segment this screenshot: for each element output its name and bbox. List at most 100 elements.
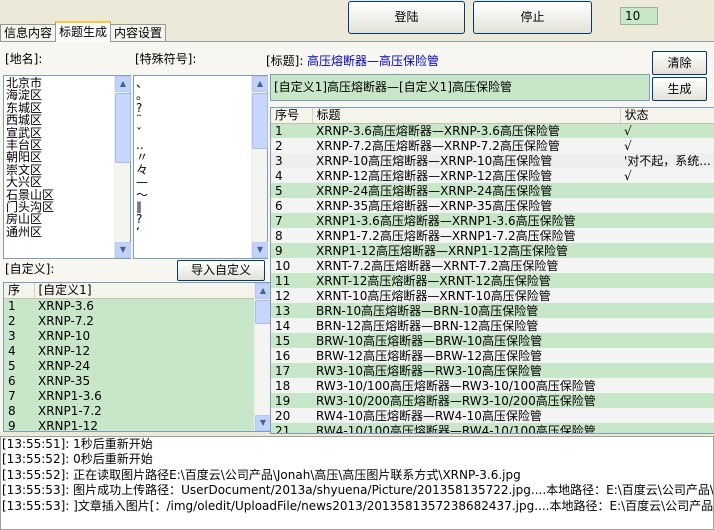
column-header[interactable]: 状态 — [620, 108, 714, 124]
place-item[interactable]: 东城区 — [6, 102, 113, 114]
table-row[interactable]: 7 XRNP1-3.6高压熔断器—XRNP1-3.6高压保险管 — [271, 213, 714, 228]
symbol-item[interactable]: ‖ — [136, 201, 250, 213]
table-cell — [620, 273, 714, 288]
scroll-down-icon[interactable]: ▼ — [252, 242, 268, 258]
place-item[interactable]: 丰台区 — [6, 139, 113, 151]
table-row[interactable]: 21 RW4-10/100高压熔断器—RW4-10/100高压保险管 — [271, 423, 714, 433]
tab-info-content[interactable]: 信息内容 — [0, 24, 57, 42]
symbol-list-scrollbar[interactable]: ▲ ▼ — [251, 76, 268, 258]
table-row[interactable]: 18 RW3-10/100高压熔断器—RW3-10/100高压保险管 — [271, 378, 714, 393]
table-row[interactable]: 2 XRNP-7.2 — [4, 313, 254, 328]
clear-button[interactable]: 清除 — [652, 51, 707, 75]
table-row[interactable]: 6 XRNP-35高压熔断器—XRNP-35高压保险管 — [271, 198, 714, 213]
table-row[interactable]: 4 XRNP-12 — [4, 343, 254, 358]
table-row[interactable]: 1 XRNP-3.6高压熔断器—XRNP-3.6高压保险管 √ — [271, 123, 714, 138]
table-row[interactable]: 6 XRNP-35 — [4, 373, 254, 388]
tab-content-settings[interactable]: 内容设置 — [110, 24, 167, 42]
table-row[interactable]: 17 RW3-10高压熔断器—RW3-10高压保险管 — [271, 363, 714, 378]
column-header[interactable]: 序号 — [271, 108, 313, 124]
place-item[interactable]: 朝阳区 — [6, 151, 113, 163]
scroll-thumb[interactable] — [252, 93, 268, 149]
symbol-item[interactable]: 、 — [136, 77, 250, 89]
symbol-item[interactable]: ¨ — [136, 114, 250, 126]
symbol-item[interactable]: ‘ — [136, 226, 250, 238]
place-item[interactable]: 宣武区 — [6, 127, 113, 139]
symbol-item[interactable]: ～ — [136, 189, 250, 201]
table-row[interactable]: 4 XRNP-12高压熔断器—XRNP-12高压保险管 √ — [271, 168, 714, 183]
table-row[interactable]: 20 RW4-10高压熔断器—RW4-10高压保险管 — [271, 408, 714, 423]
table-row[interactable]: 5 XRNP-24高压熔断器—XRNP-24高压保险管 — [271, 183, 714, 198]
table-row[interactable]: 8 XRNP1-7.2 — [4, 403, 254, 418]
stop-button[interactable]: 停止 — [473, 1, 592, 34]
table-cell: RW3-10高压熔断器—RW3-10高压保险管 — [312, 363, 620, 378]
symbol-item[interactable]: ˇ — [136, 127, 250, 139]
title-table[interactable]: 序号 标题 状态 1 XRNP-3.6高压熔断器—XRNP-3.6高压保险管 √ 2 X… — [270, 107, 714, 434]
place-item[interactable]: 西城区 — [6, 114, 113, 126]
place-item[interactable]: 大兴区 — [6, 176, 113, 188]
login-button[interactable]: 登陆 — [348, 1, 465, 34]
import-custom-button[interactable]: 导入自定义 — [177, 260, 265, 281]
table-row[interactable]: 16 BRW-12高压熔断器—BRW-12高压保险管 — [271, 348, 714, 363]
table-row[interactable]: 2 XRNP-7.2高压熔断器—XRNP-7.2高压保险管 √ — [271, 138, 714, 153]
table-row[interactable]: 1 XRNP-3.6 — [4, 298, 254, 313]
generate-button[interactable]: 生成 — [652, 77, 707, 101]
place-list[interactable]: 北京市 海淀区 东城区 西城区 宣武区 丰台区 朝阳区 崇文区 大兴区 石景山区 门头沟区 房山区 通州… — [3, 75, 131, 259]
column-header[interactable]: 序 — [4, 283, 35, 299]
table-row[interactable]: 11 XRNT-12高压熔断器—XRNT-12高压保险管 — [271, 273, 714, 288]
table-row[interactable]: 3 XRNP-10高压熔断器—XRNP-10高压保险管 '对不起，系统... — [271, 153, 714, 168]
symbol-item[interactable]: 〃 — [136, 151, 250, 163]
table-cell — [620, 228, 714, 243]
custom-table-scrollbar[interactable]: ▲ ▼ — [254, 283, 270, 431]
table-cell: BRW-12高压熔断器—BRW-12高压保险管 — [312, 348, 620, 363]
table-row[interactable]: 7 XRNP1-3.6 — [4, 388, 254, 403]
symbol-item[interactable]: 。 — [136, 89, 250, 101]
symbol-item[interactable]: — — [136, 176, 250, 188]
table-cell: '对不起，系统... — [620, 153, 714, 168]
custom-table[interactable]: 序 [自定义1] 1 XRNP-3.6 2 XRNP-7.2 3 XRNP-10 4 XRNP… — [3, 282, 271, 432]
special-symbol-list[interactable]: 、。? ¨ ˇ.. 〃々 — ～ ‖? ‘ ▲ ▼ — [133, 75, 268, 259]
table-row[interactable]: 19 RW3-10/200高压熔断器—RW3-10/200高压保险管 — [271, 393, 714, 408]
table-row[interactable]: 9 XRNP1-12 — [4, 418, 254, 431]
symbol-item[interactable]: 々 — [136, 164, 250, 176]
log-line: [13:55:51]: 1秒后重新开始 — [2, 437, 153, 451]
place-item[interactable]: 通州区 — [6, 226, 113, 238]
table-row[interactable]: 3 XRNP-10 — [4, 328, 254, 343]
table-row[interactable]: 12 XRNT-10高压熔断器—XRNT-10高压保险管 — [271, 288, 714, 303]
log-panel[interactable]: [13:55:51]: 1秒后重新开始 [13:55:52]: 0秒后重新开始 [1… — [0, 436, 714, 530]
column-header[interactable]: [自定义1] — [34, 283, 255, 299]
scroll-thumb[interactable] — [115, 93, 131, 163]
symbol-item[interactable]: ? — [136, 102, 250, 114]
table-cell: 9 — [271, 243, 312, 258]
table-row[interactable]: 8 XRNP1-7.2高压熔断器—XRNP1-7.2高压保险管 — [271, 228, 714, 243]
place-list-scrollbar[interactable]: ▲ ▼ — [114, 76, 131, 258]
symbol-item[interactable]: .. — [136, 139, 250, 151]
table-cell: RW4-10/100高压熔断器—RW4-10/100高压保险管 — [312, 423, 620, 433]
table-cell — [620, 363, 714, 378]
place-item[interactable]: 海淀区 — [6, 89, 113, 101]
table-row[interactable]: 14 BRN-12高压熔断器—BRN-12高压保险管 — [271, 318, 714, 333]
table-cell — [620, 213, 714, 228]
place-item[interactable]: 北京市 — [6, 77, 113, 89]
scroll-down-icon[interactable]: ▼ — [255, 415, 270, 431]
scroll-down-icon[interactable]: ▼ — [115, 242, 131, 258]
place-item[interactable]: 石景山区 — [6, 189, 113, 201]
table-row[interactable]: 15 BRW-10高压熔断器—BRW-10高压保险管 — [271, 333, 714, 348]
tab-title-generation[interactable]: 标题生成 — [55, 21, 112, 42]
scroll-up-icon[interactable]: ▲ — [255, 283, 270, 299]
place-item[interactable]: 房山区 — [6, 213, 113, 225]
table-row[interactable]: 10 XRNT-7.2高压熔断器—XRNT-7.2高压保险管 — [271, 258, 714, 273]
table-cell: 1 — [271, 123, 312, 138]
column-header[interactable]: 标题 — [312, 108, 621, 124]
table-row[interactable]: 13 BRN-10高压熔断器—BRN-10高压保险管 — [271, 303, 714, 318]
scroll-up-icon[interactable]: ▲ — [252, 76, 268, 92]
scroll-up-icon[interactable]: ▲ — [115, 76, 131, 92]
table-row[interactable]: 5 XRNP-24 — [4, 358, 254, 373]
table-cell: XRNP-12 — [34, 343, 254, 358]
place-item[interactable]: 门头沟区 — [6, 201, 113, 213]
place-item[interactable]: 崇文区 — [6, 164, 113, 176]
title-template-input[interactable]: [自定义1]高压熔断器—[自定义1]高压保险管 — [270, 74, 650, 101]
scroll-thumb[interactable] — [255, 300, 270, 324]
table-cell: XRNT-10高压熔断器—XRNT-10高压保险管 — [312, 288, 620, 303]
table-row[interactable]: 9 XRNP1-12高压熔断器—XRNP1-12高压保险管 — [271, 243, 714, 258]
symbol-item[interactable]: ? — [136, 213, 250, 225]
